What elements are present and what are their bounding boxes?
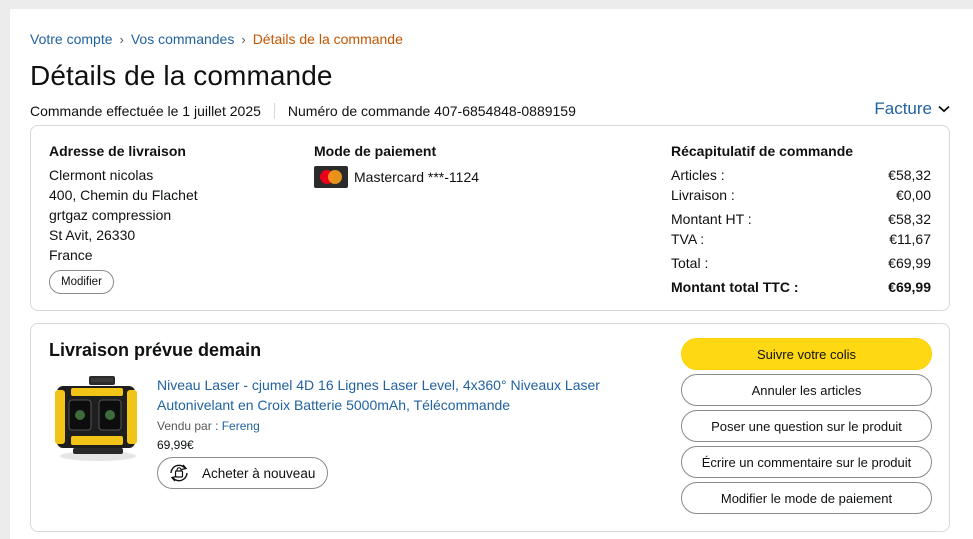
buy-again-label: Acheter à nouveau xyxy=(202,465,316,481)
mastercard-icon xyxy=(314,166,348,188)
order-info-card: Adresse de livraison Clermont nicolas 40… xyxy=(30,125,950,311)
summary-row-tax: TVA : €11,67 xyxy=(671,229,931,249)
seller-label: Vendu par xyxy=(157,419,212,433)
order-summary-title: Récapitulatif de commande xyxy=(671,143,854,159)
summary-value: €58,32 xyxy=(888,167,931,183)
summary-label: Montant HT : xyxy=(671,211,752,227)
buy-again-icon xyxy=(170,464,188,482)
breadcrumb-separator: › xyxy=(119,31,124,47)
payment-method-title: Mode de paiement xyxy=(314,143,437,159)
track-package-button[interactable]: Suivre votre colis xyxy=(681,338,932,370)
edit-address-button[interactable]: Modifier xyxy=(49,270,114,294)
breadcrumb-current: Détails de la commande xyxy=(252,31,403,47)
summary-label: Montant total TTC : xyxy=(671,279,799,295)
summary-value: €69,99 xyxy=(888,255,931,271)
product-image[interactable] xyxy=(51,372,141,464)
summary-value: €11,67 xyxy=(889,231,931,247)
summary-value: €58,32 xyxy=(888,211,931,227)
order-details-page: Votre compte › Vos commandes › Détails d… xyxy=(10,9,973,539)
page-title: Détails de la commande xyxy=(30,60,333,91)
shipment-actions: Suivre votre colis Annuler les articles … xyxy=(681,338,932,518)
summary-label: Livraison : xyxy=(671,187,735,203)
breadcrumb: Votre compte › Vos commandes › Détails d… xyxy=(30,31,403,47)
summary-label: Total : xyxy=(671,255,709,271)
seller-name-link[interactable]: : Fereng xyxy=(215,419,260,433)
breadcrumb-separator: › xyxy=(241,31,246,47)
order-date: Commande effectuée le 1 juillet 2025 xyxy=(30,103,261,119)
shipment-title: Livraison prévue demain xyxy=(49,340,262,360)
address-line: 400, Chemin du Flachet xyxy=(49,187,198,203)
cancel-items-button[interactable]: Annuler les articles xyxy=(681,374,932,406)
summary-label: TVA : xyxy=(671,231,705,247)
breadcrumb-account-link[interactable]: Votre compte xyxy=(30,31,113,47)
address-line: Clermont nicolas xyxy=(49,167,154,183)
summary-row-grand-total: Montant total TTC : €69,99 xyxy=(671,277,931,297)
summary-row-shipping: Livraison : €0,00 xyxy=(671,185,931,205)
shipping-address-title: Adresse de livraison xyxy=(49,143,186,159)
shipment-card: Livraison prévue demain Niveau Laser - c… xyxy=(30,323,950,532)
product-info: Niveau Laser - cjumel 4D 16 Lignes Laser… xyxy=(157,375,607,489)
summary-value: €0,00 xyxy=(895,187,931,203)
address-line: grtgaz compression xyxy=(49,207,172,223)
order-number: Numéro de commande 407-6854848-0889159 xyxy=(287,103,576,119)
product-title-link[interactable]: Niveau Laser - cjumel 4D 16 Lignes Laser… xyxy=(157,375,607,415)
shipping-address: Adresse de livraison Clermont nicolas 40… xyxy=(49,143,198,294)
invoice-label: Facture xyxy=(874,99,932,118)
order-meta: Commande effectuée le 1 juillet 2025 Num… xyxy=(30,103,576,119)
ask-product-question-button[interactable]: Poser une question sur le produit xyxy=(681,410,932,442)
summary-value: €69,99 xyxy=(888,279,931,295)
summary-row-items: Articles : €58,32 xyxy=(671,165,931,185)
summary-row-total: Total : €69,99 xyxy=(671,253,931,273)
payment-card-label: Mastercard ***-1124 xyxy=(354,169,480,185)
payment-card-row: Mastercard ***-1124 xyxy=(314,166,479,188)
invoice-dropdown[interactable]: Facture xyxy=(874,99,950,119)
buy-again-button[interactable]: Acheter à nouveau xyxy=(157,457,329,489)
product-price: 69,99€ xyxy=(157,438,194,452)
meta-divider xyxy=(273,103,275,119)
payment-method: Mode de paiement Mastercard ***-1124 xyxy=(314,143,479,188)
address-line: France xyxy=(49,247,93,263)
breadcrumb-orders-link[interactable]: Vos commandes xyxy=(131,31,235,47)
write-review-button[interactable]: Écrire un commentaire sur le produit xyxy=(681,446,932,478)
address-line: St Avit, 26330 xyxy=(49,227,136,243)
summary-label: Articles : xyxy=(671,167,725,183)
summary-row-subtotal: Montant HT : €58,32 xyxy=(671,209,931,229)
order-summary: Récapitulatif de commande Articles : €58… xyxy=(671,143,931,297)
chevron-down-icon xyxy=(938,105,950,113)
seller-line: Vendu par : Fereng xyxy=(157,419,607,433)
change-payment-method-button[interactable]: Modifier le mode de paiement xyxy=(681,482,932,514)
